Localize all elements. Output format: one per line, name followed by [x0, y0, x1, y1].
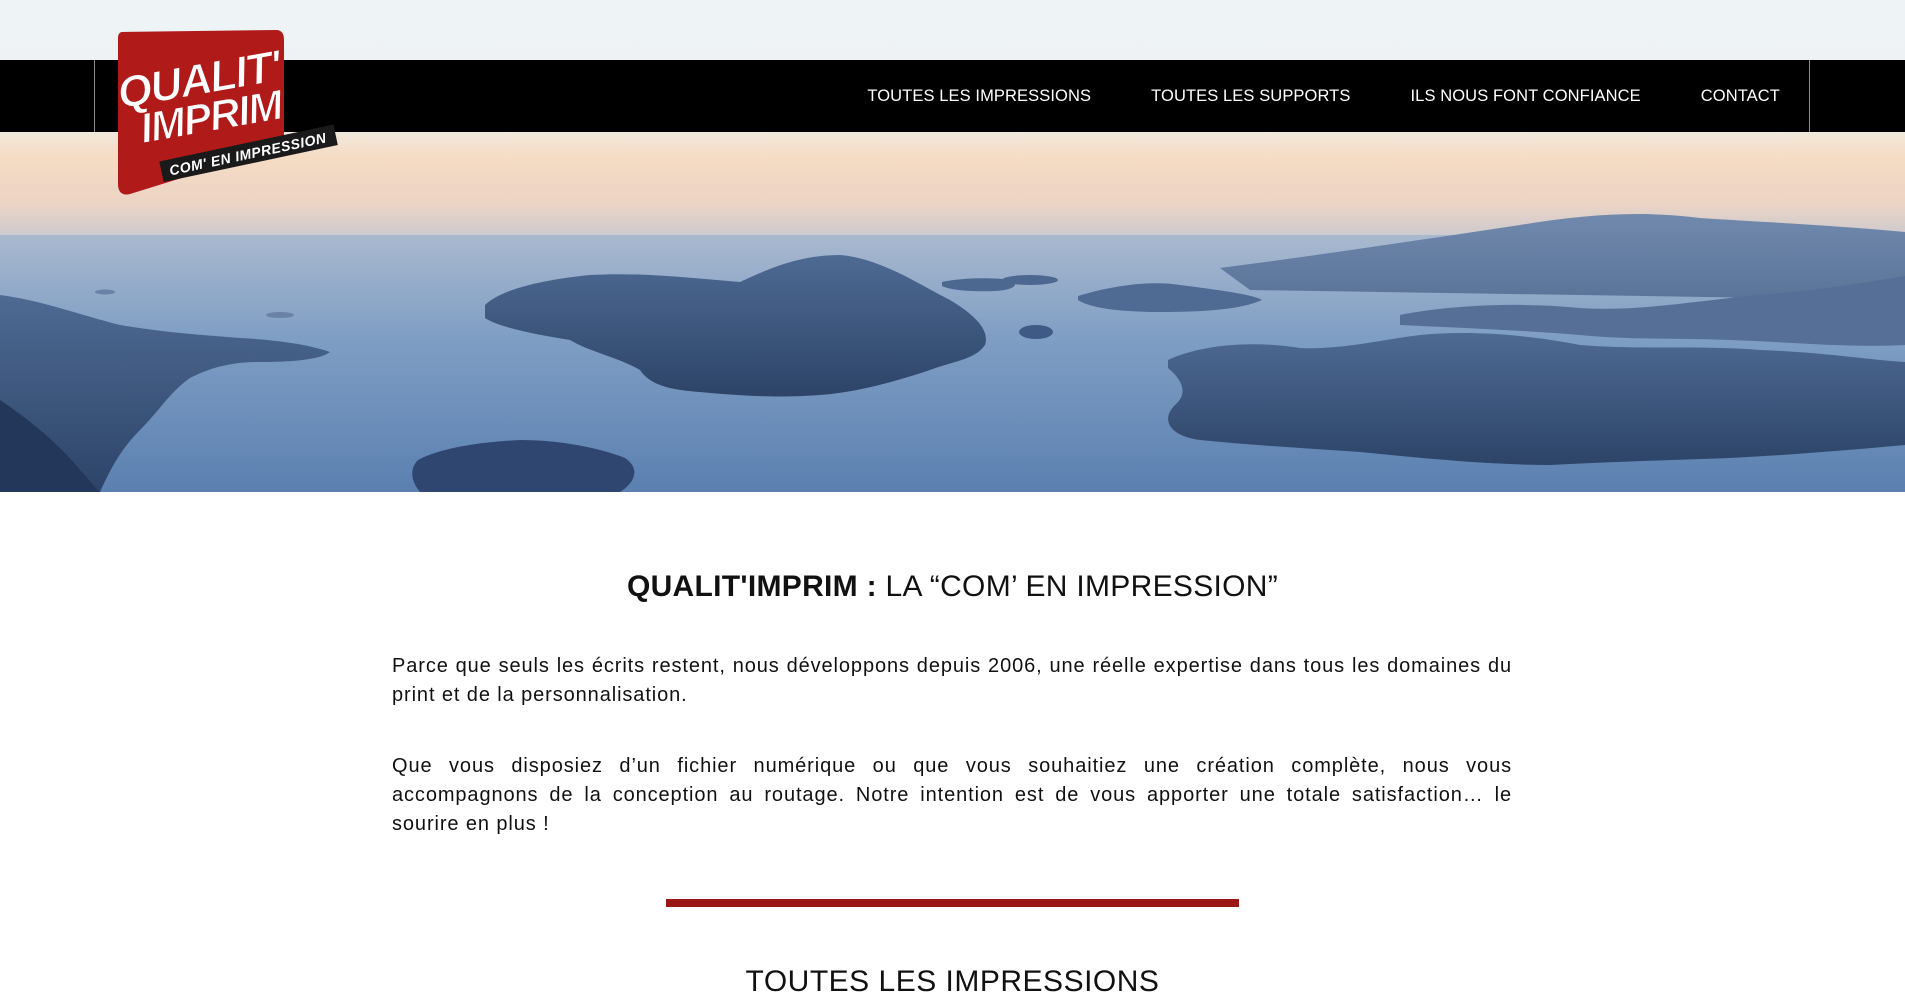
- intro-paragraph-2: Que vous disposiez d’un fichier numériqu…: [392, 755, 1512, 835]
- main-menu: TOUTES LES IMPRESSIONS TOUTES LES SUPPOR…: [867, 60, 1780, 132]
- nav-item-contact[interactable]: CONTACT: [1701, 87, 1780, 106]
- nav-item-toutes-les-supports[interactable]: TOUTES LES SUPPORTS: [1151, 87, 1350, 106]
- qualit-imprim-logo-mark: QUALIT' IMPRIM COM' EN IMPRESSION: [113, 30, 338, 195]
- nav-item-toutes-les-impressions[interactable]: TOUTES LES IMPRESSIONS: [867, 87, 1091, 106]
- section-divider: [666, 899, 1239, 907]
- intro-paragraph-1: Parce que seuls les écrits restent, nous…: [392, 655, 1512, 706]
- nav-divider-left: [94, 60, 95, 132]
- intro-heading-rest: LA “COM’ EN IMPRESSION”: [885, 570, 1279, 603]
- nav-item-ils-nous-font-confiance[interactable]: ILS NOUS FONT CONFIANCE: [1410, 87, 1640, 106]
- nav-divider-right: [1809, 60, 1810, 132]
- section-title-impressions: TOUTES LES IMPRESSIONS: [745, 965, 1160, 998]
- intro-heading-brand: QUALIT'IMPRIM :: [626, 570, 877, 603]
- site-logo[interactable]: QUALIT' IMPRIM COM' EN IMPRESSION: [112, 26, 338, 198]
- intro-heading: QUALIT'IMPRIM : LA “COM’ EN IMPRESSION”: [0, 570, 1905, 604]
